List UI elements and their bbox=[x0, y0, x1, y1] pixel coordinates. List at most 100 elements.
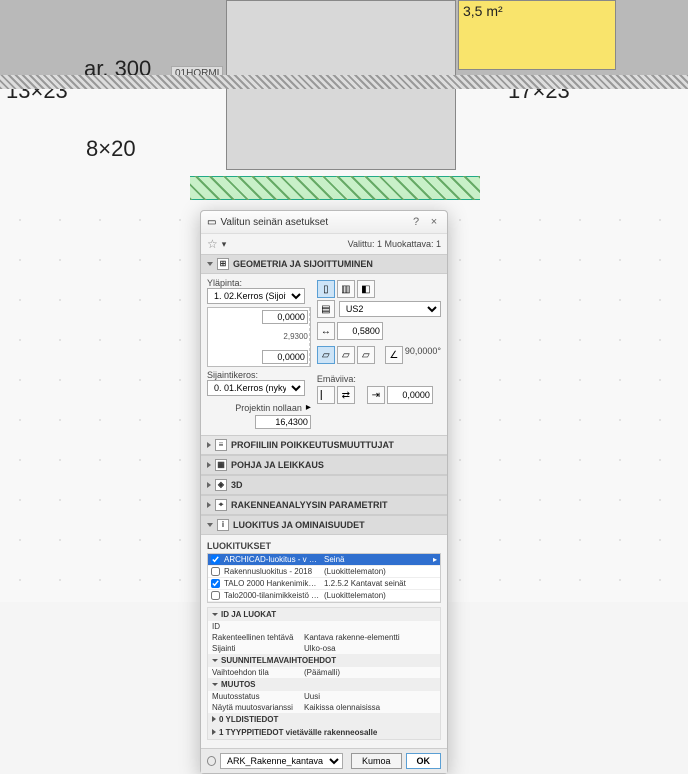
wall-settings-dialog: ▭ Valitun seinän asetukset ? × ☆ ▾ Valit… bbox=[200, 210, 448, 774]
prop-optstate-label: Vaihtoehdon tila bbox=[212, 668, 304, 677]
refline-offset-input[interactable] bbox=[387, 386, 433, 404]
section-classification-label: LUOKITUS JA OMINAISUUDET bbox=[233, 520, 365, 530]
dialog-title: Valitun seinän asetukset bbox=[220, 217, 405, 228]
class-checkbox[interactable] bbox=[211, 591, 220, 600]
dialog-footer: ARK_Rakenne_kantava Kumoa OK bbox=[201, 748, 447, 773]
class-checkbox[interactable] bbox=[211, 567, 220, 576]
class-value: (Luokittelematon) bbox=[324, 567, 437, 576]
class-name: Rakennusluokitus - 2018 bbox=[224, 567, 320, 576]
refline-opt2-button[interactable]: ⇄ bbox=[337, 386, 355, 404]
help-button[interactable]: ? bbox=[409, 215, 423, 229]
class-row[interactable]: Talo2000-tilanimikkeistö - v 1.0 (Luokit… bbox=[208, 590, 440, 602]
prop-chgstatus-label: Muutosstatus bbox=[212, 692, 304, 701]
section-3d[interactable]: ◈ 3D bbox=[201, 475, 447, 495]
prop-role-label: Rakenteellinen tehtävä bbox=[212, 633, 304, 642]
prop-plan-header-label: SUUNNITELMAVAIHTOEHDOT bbox=[221, 656, 336, 665]
height-value: 2,9300 bbox=[283, 332, 307, 341]
section-3d-label: 3D bbox=[231, 480, 243, 490]
prop-type-header[interactable]: 1 TYYPPITIEDOT vietävälle rakenneosalle bbox=[208, 726, 440, 739]
angle-icon: ∠ bbox=[385, 346, 403, 364]
prop-chgstatus-value[interactable]: Uusi bbox=[304, 692, 436, 701]
prop-plan-header[interactable]: SUUNNITELMAVAIHTOEHDOT bbox=[208, 654, 440, 667]
class-dropdown-icon[interactable]: ▸ bbox=[433, 555, 437, 564]
floorplan-icon: ▦ bbox=[215, 459, 227, 471]
structure-select[interactable]: US2 bbox=[339, 301, 441, 317]
bottom-offset-input[interactable] bbox=[262, 350, 308, 364]
class-value: 1.2.5.2 Kantavat seinät bbox=[324, 579, 437, 588]
section-geometry-label: GEOMETRIA JA SIJOITTUMINEN bbox=[233, 259, 373, 269]
3d-icon: ◈ bbox=[215, 479, 227, 491]
layer-select[interactable]: ARK_Rakenne_kantava bbox=[220, 753, 343, 769]
ok-button[interactable]: OK bbox=[406, 753, 442, 769]
geom-straight-button[interactable]: ▱ bbox=[317, 346, 335, 364]
prop-change-header-label: MUUTOS bbox=[221, 680, 256, 689]
geom-slanted-button[interactable]: ▱ bbox=[337, 346, 355, 364]
prop-change-header[interactable]: MUUTOS bbox=[208, 678, 440, 691]
prop-pos-label: Sijainti bbox=[212, 644, 304, 653]
profile-icon: ≡ bbox=[215, 439, 227, 451]
section-classification[interactable]: i LUOKITUS JA OMINAISUUDET bbox=[201, 515, 447, 535]
wall-type-profile-button[interactable]: ◧ bbox=[357, 280, 375, 298]
class-checkbox[interactable] bbox=[211, 555, 220, 564]
class-checkbox[interactable] bbox=[211, 579, 220, 588]
top-label: Yläpinta: bbox=[207, 278, 311, 288]
prop-pos-value[interactable]: Ulko-osa bbox=[304, 644, 436, 653]
project-zero-input[interactable] bbox=[255, 415, 311, 429]
selection-count: Valittu: 1 Muokattava: 1 bbox=[348, 239, 441, 249]
section-profile[interactable]: ≡ PROFIILIIN POIKKEUTUSMUUTTUJAT bbox=[201, 435, 447, 455]
section-floorplan-label: POHJA JA LEIKKAUS bbox=[231, 460, 324, 470]
dim-8x20: 8×20 bbox=[86, 136, 136, 162]
dropdown-chevron-icon[interactable]: ▸ bbox=[306, 402, 311, 413]
project-zero-label: Projektin nollaan bbox=[235, 403, 302, 413]
section-floorplan[interactable]: ▦ POHJA JA LEIKKAUS bbox=[201, 455, 447, 475]
prop-optstate-value[interactable]: (Päämalli) bbox=[304, 668, 436, 677]
prop-type-header-label: 1 TYYPPITIEDOT vietävälle rakenneosalle bbox=[219, 728, 377, 737]
refline-offset-icon: ⇥ bbox=[367, 386, 385, 404]
structure-icon: ▤ bbox=[317, 300, 335, 318]
class-name: Talo2000-tilanimikkeistö - v 1.0 bbox=[224, 591, 320, 600]
cancel-button[interactable]: Kumoa bbox=[351, 753, 402, 769]
class-name: ARCHICAD-luokitus - v 2.0 RAVA... bbox=[224, 555, 320, 564]
wall-type-composite-button[interactable]: ▥ bbox=[337, 280, 355, 298]
class-row[interactable]: Rakennusluokitus - 2018 (Luokittelematon… bbox=[208, 566, 440, 578]
angle-value: 90,0000° bbox=[405, 346, 441, 364]
structural-icon: ⌖ bbox=[215, 499, 227, 511]
prop-chgshow-label: Näytä muutosvarianssi bbox=[212, 703, 304, 712]
layer-visibility-icon[interactable] bbox=[207, 756, 216, 766]
prop-chgshow-value[interactable]: Kaikissa olennaisissa bbox=[304, 703, 436, 712]
geometry-icon: ⊞ bbox=[217, 258, 229, 270]
class-row[interactable]: TALO 2000 Hankenimikkeistö - 2... 1.2.5.… bbox=[208, 578, 440, 590]
classification-list[interactable]: ARCHICAD-luokitus - v 2.0 RAVA... Seinä … bbox=[207, 553, 441, 603]
refline-opt1-button[interactable]: ⎸ bbox=[317, 386, 335, 404]
section-geometry[interactable]: ⊞ GEOMETRIA JA SIJOITTUMINEN bbox=[201, 254, 447, 274]
section-structural[interactable]: ⌖ RAKENNEANALYYSIN PARAMETRIT bbox=[201, 495, 447, 515]
prop-id-value[interactable] bbox=[304, 622, 436, 631]
section-profile-label: PROFIILIIN POIKKEUTUSMUUTTUJAT bbox=[231, 440, 394, 450]
wall-preview: 2,9300 bbox=[207, 307, 311, 367]
thickness-input[interactable] bbox=[337, 322, 383, 340]
prop-gen-header[interactable]: 0 YLDISTIEDOT bbox=[208, 713, 440, 726]
section-structural-label: RAKENNEANALYYSIN PARAMETRIT bbox=[231, 500, 388, 510]
prop-role-value[interactable]: Kantava rakenne-elementti bbox=[304, 633, 436, 642]
wall-type-basic-button[interactable]: ▯ bbox=[317, 280, 335, 298]
classification-icon: i bbox=[217, 519, 229, 531]
class-row[interactable]: ARCHICAD-luokitus - v 2.0 RAVA... Seinä … bbox=[208, 554, 440, 566]
bottom-label: Sijaintikeros: bbox=[207, 370, 311, 380]
room-area: 3,5 m² bbox=[463, 3, 503, 19]
dialog-titlebar[interactable]: ▭ Valitun seinän asetukset ? × bbox=[201, 211, 447, 234]
top-story-select[interactable]: 1. 02.Kerros (SijoitusKerros + 1) bbox=[207, 288, 305, 304]
room-box: 3,5 m² bbox=[458, 0, 616, 70]
prop-id-label: ID bbox=[212, 622, 304, 631]
prop-id-header[interactable]: ID JA LUOKAT bbox=[208, 608, 440, 621]
geom-doubleslant-button[interactable]: ▱ bbox=[357, 346, 375, 364]
refline-label: Emäviiva: bbox=[317, 374, 441, 384]
prop-id-header-label: ID JA LUOKAT bbox=[221, 610, 276, 619]
close-button[interactable]: × bbox=[427, 215, 441, 229]
favorite-button[interactable]: ☆ bbox=[207, 237, 218, 251]
classifications-label: LUOKITUKSET bbox=[207, 541, 441, 551]
class-name: TALO 2000 Hankenimikkeistö - 2... bbox=[224, 579, 320, 588]
chevron-down-icon[interactable]: ▾ bbox=[222, 239, 227, 250]
home-story-select[interactable]: 0. 01.Kerros (nykyinen) bbox=[207, 380, 305, 396]
top-offset-input[interactable] bbox=[262, 310, 308, 324]
class-value: (Luokittelematon) bbox=[324, 591, 437, 600]
